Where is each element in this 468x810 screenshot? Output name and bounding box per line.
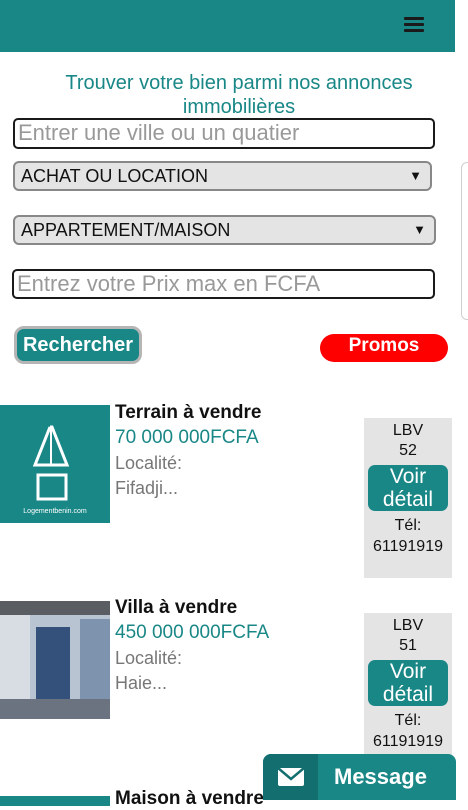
listing-locality-label: Localité: (115, 648, 183, 668)
listing-ref: LBV (392, 422, 424, 439)
phone-number[interactable]: 61191919 (364, 536, 452, 557)
phone-label: Tél: (394, 517, 422, 534)
listing-logo-image[interactable] (0, 796, 110, 806)
hamburger-menu-icon[interactable] (401, 14, 427, 36)
side-drawer-handle[interactable] (461, 162, 468, 320)
listing-locality: Haie... (115, 673, 168, 693)
svg-text:Logementbenin.com: Logementbenin.com (23, 508, 87, 515)
max-price-input[interactable]: Entrez votre Prix max en FCFA (12, 269, 435, 299)
transaction-type-select[interactable]: ACHAT OU LOCATION ▼ (13, 161, 432, 191)
listing-ref-number: 52 (399, 442, 417, 459)
listing-side-panel: LBV 52 Voir détail Tél: 61191919 (364, 418, 452, 578)
message-icon-box (263, 754, 318, 800)
house-logo-icon: Logementbenin.com (23, 425, 87, 515)
view-detail-button[interactable]: Voir détail (368, 660, 448, 706)
listing-locality: Fifadji... (115, 478, 179, 498)
room-photo-image (0, 601, 110, 719)
dropdown-caret-icon: ▼ (413, 222, 426, 237)
listing-ref-number: 51 (399, 637, 417, 654)
phone-number[interactable]: 61191919 (364, 731, 452, 752)
view-detail-button[interactable]: Voir détail (368, 465, 448, 511)
property-type-select[interactable]: APPARTEMENT/MAISON ▼ (13, 215, 436, 245)
app-header (0, 0, 455, 52)
city-search-input[interactable]: Entrer une ville ou un quatier (13, 118, 435, 149)
listing-title[interactable]: Terrain à vendre (115, 402, 261, 424)
listing-side-panel: LBV 51 Voir détail Tél: 61191919 (364, 613, 452, 763)
promos-button[interactable]: Promos (320, 334, 448, 362)
page-headline: Trouver votre bien parmi nos annonces im… (65, 72, 413, 118)
listing-price: 450 000 000FCFA (115, 622, 270, 643)
message-button[interactable]: Message (263, 754, 456, 800)
listing-price: 70 000 000FCFA (115, 427, 259, 448)
message-button-label: Message (334, 764, 427, 789)
envelope-icon (277, 767, 305, 786)
listing-ref: LBV (392, 617, 424, 634)
property-type-value: APPARTEMENT/MAISON (21, 220, 231, 240)
transaction-type-value: ACHAT OU LOCATION (21, 166, 209, 186)
listing-photo[interactable] (0, 601, 110, 719)
listing-title[interactable]: Maison à vendre (115, 788, 264, 810)
phone-label: Tél: (394, 712, 422, 729)
listing-locality-label: Localité: (115, 453, 183, 473)
dropdown-caret-icon: ▼ (409, 168, 422, 183)
search-button[interactable]: Rechercher (14, 326, 142, 364)
listing-title[interactable]: Villa à vendre (115, 597, 237, 619)
listing-logo-image[interactable]: Logementbenin.com (0, 405, 110, 523)
